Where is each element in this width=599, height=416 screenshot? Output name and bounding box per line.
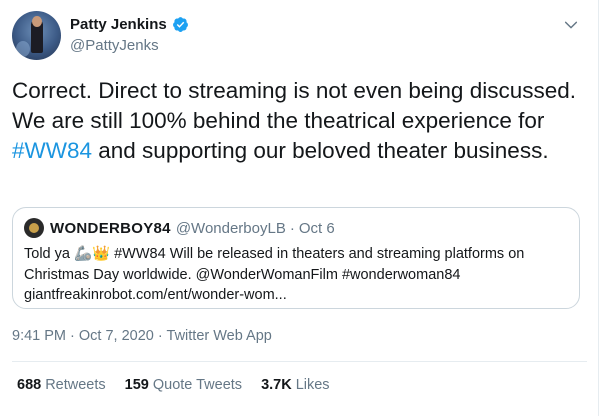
avatar[interactable] xyxy=(12,11,61,60)
quoted-tweet-header: WONDERBOY84 @WonderboyLB · Oct 6 xyxy=(24,218,335,238)
quoted-date: Oct 6 xyxy=(298,219,335,237)
verified-badge-icon xyxy=(172,16,188,32)
retweets-stat[interactable]: 688 Retweets xyxy=(17,377,106,393)
retweets-label: Retweets xyxy=(45,377,106,393)
quoted-tweet[interactable]: WONDERBOY84 @WonderboyLB · Oct 6 Told ya… xyxy=(12,207,580,309)
likes-label: Likes xyxy=(295,377,330,393)
tweet-card: Patty Jenkins @PattyJenks Correct. Direc… xyxy=(0,0,599,416)
quoted-text: Told ya 🦾👑 #WW84 Will be released in the… xyxy=(24,246,525,303)
engagement-stats: 688 Retweets 159 Quote Tweets 3.7K Likes xyxy=(17,377,349,393)
tweet-text: Correct. Direct to streaming is not even… xyxy=(12,76,587,166)
likes-stat[interactable]: 3.7K Likes xyxy=(261,377,330,393)
meta-separator: · xyxy=(70,328,75,344)
tweet-source[interactable]: Twitter Web App xyxy=(167,328,272,344)
quote-tweets-count: 159 xyxy=(124,377,149,393)
chevron-down-icon[interactable] xyxy=(563,17,579,33)
tweet-text-part2: and supporting our beloved theater busin… xyxy=(92,138,549,163)
divider xyxy=(12,361,587,362)
quoted-avatar xyxy=(24,218,44,238)
quote-tweets-label: Quote Tweets xyxy=(152,377,243,393)
meta-separator: · xyxy=(157,328,163,344)
author-name-row: Patty Jenkins xyxy=(70,14,189,34)
quoted-display-name: WONDERBOY84 xyxy=(50,219,171,237)
quoted-handle: @WonderboyLB xyxy=(175,219,286,237)
tweet-time[interactable]: 9:41 PM xyxy=(12,328,66,344)
tweet-date[interactable]: Oct 7, 2020 xyxy=(79,328,154,344)
tweet-text-part1: Correct. Direct to streaming is not even… xyxy=(12,78,577,133)
likes-count: 3.7K xyxy=(261,377,292,393)
author-handle[interactable]: @PattyJenks xyxy=(70,37,159,54)
quoted-separator: · xyxy=(289,219,295,237)
hashtag-link[interactable]: #WW84 xyxy=(12,138,92,163)
tweet-meta: 9:41 PM · Oct 7, 2020 · Twitter Web App xyxy=(12,328,272,344)
author-display-name[interactable]: Patty Jenkins xyxy=(70,16,167,33)
retweets-count: 688 xyxy=(17,377,42,393)
quote-tweets-stat[interactable]: 159 Quote Tweets xyxy=(125,377,242,393)
